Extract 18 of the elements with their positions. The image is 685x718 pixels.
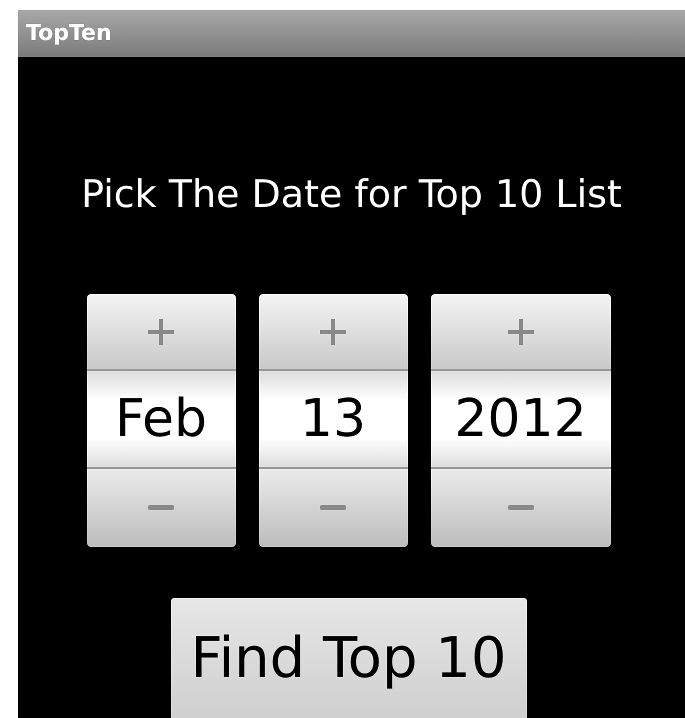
window-title: TopTen [26, 21, 112, 46]
plus-icon [148, 318, 174, 344]
picker-value[interactable]: 2012 [430, 371, 610, 467]
minus-icon [508, 505, 534, 511]
decrement-button[interactable] [86, 467, 236, 547]
increment-button[interactable] [258, 294, 408, 371]
increment-button[interactable] [430, 294, 610, 371]
prompt-text: Pick The Date for Top 10 List [80, 172, 623, 216]
picker-value[interactable]: 13 [258, 371, 408, 467]
plus-icon [508, 318, 534, 344]
picker-value[interactable]: Feb [86, 371, 236, 467]
decrement-button[interactable] [430, 467, 610, 547]
increment-button[interactable] [86, 294, 236, 371]
minus-icon [148, 505, 174, 511]
find-button[interactable]: Find Top 10 [170, 598, 526, 718]
minus-icon [320, 505, 346, 511]
plus-icon [320, 318, 346, 344]
decrement-button[interactable] [258, 467, 408, 547]
